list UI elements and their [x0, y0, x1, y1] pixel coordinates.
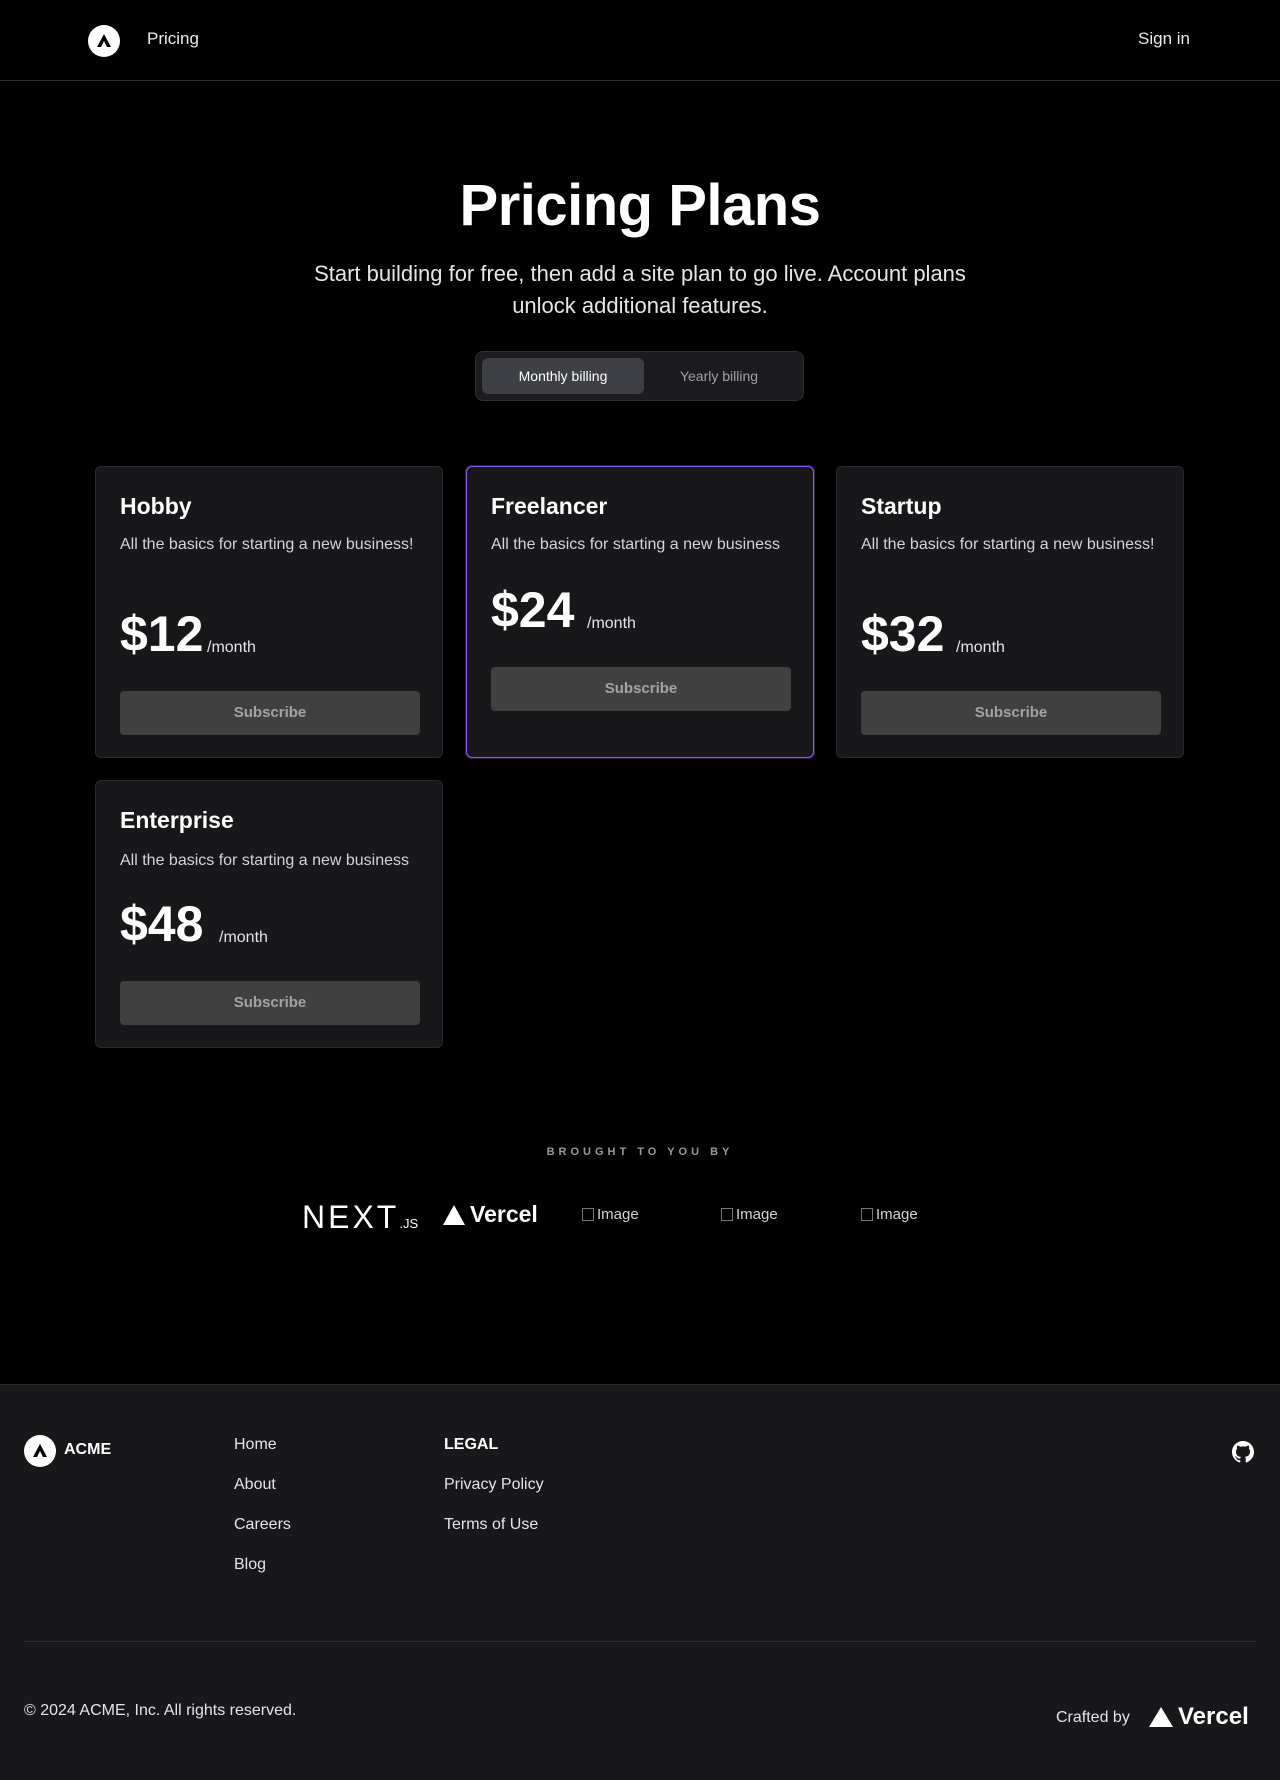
footer-link-careers[interactable]: Careers	[234, 1516, 291, 1534]
image-alt-text: Image	[876, 1206, 918, 1223]
plan-description: All the basics for starting a new busine…	[120, 852, 410, 869]
nextjs-logo-text: NEXT	[302, 1199, 400, 1235]
acme-logo-icon[interactable]	[88, 25, 120, 57]
footer-legal-heading: LEGAL	[444, 1436, 499, 1453]
image-alt-text: Image	[597, 1206, 639, 1223]
subscribe-button[interactable]: Subscribe	[120, 981, 420, 1025]
plan-period: /month	[207, 639, 256, 656]
footer-link-terms[interactable]: Terms of Use	[444, 1516, 538, 1534]
sponsor-image-2[interactable]: Image	[721, 1206, 778, 1223]
vercel-triangle-icon	[1149, 1707, 1173, 1727]
site-footer: ACME Home About Careers Blog LEGAL Priva…	[0, 1384, 1280, 1780]
footer-divider	[24, 1641, 1256, 1642]
image-alt-text: Image	[736, 1206, 778, 1223]
footer-logo-icon[interactable]	[24, 1435, 56, 1467]
page-subtitle: Start building for free, then add a site…	[314, 261, 966, 318]
sponsor-image-3[interactable]: Image	[861, 1206, 918, 1223]
footer-brand: ACME	[64, 1441, 112, 1458]
footer-link-privacy[interactable]: Privacy Policy	[444, 1476, 544, 1494]
vercel-logo-text: Vercel	[1178, 1703, 1249, 1730]
monthly-billing-button[interactable]: Monthly billing	[482, 358, 644, 394]
yearly-billing-button[interactable]: Yearly billing	[638, 358, 800, 394]
broken-image-icon	[582, 1208, 594, 1221]
plan-name: Freelancer	[491, 493, 608, 519]
plan-description: All the basics for starting a new busine…	[120, 536, 414, 553]
broken-image-icon	[861, 1208, 873, 1221]
github-icon[interactable]	[1232, 1441, 1254, 1463]
crafted-by-text: Crafted by	[1056, 1709, 1130, 1726]
copyright-text: © 2024 ACME, Inc. All rights reserved.	[24, 1702, 297, 1719]
plan-name: Enterprise	[120, 807, 234, 833]
plan-price: $24	[491, 582, 575, 638]
subscribe-button[interactable]: Subscribe	[491, 667, 791, 711]
sign-in-link[interactable]: Sign in	[1138, 29, 1190, 49]
footer-link-blog[interactable]: Blog	[234, 1556, 266, 1574]
sponsor-image-1[interactable]: Image	[582, 1206, 639, 1223]
footer-vercel-logo[interactable]: Vercel	[1148, 1703, 1249, 1731]
site-header: Pricing Sign in	[0, 0, 1280, 81]
plan-period: /month	[219, 929, 268, 946]
page-title: Pricing Plans	[459, 173, 821, 238]
plan-period: /month	[587, 615, 636, 632]
broken-image-icon	[721, 1208, 733, 1221]
plan-card-startup: Startup All the basics for starting a ne…	[836, 466, 1184, 758]
plan-price: $48	[120, 896, 204, 952]
vercel-triangle-icon	[443, 1204, 465, 1225]
vercel-logo-text: Vercel	[470, 1201, 538, 1227]
footer-link-about[interactable]: About	[234, 1476, 276, 1494]
billing-toggle: Monthly billing Yearly billing	[475, 351, 804, 401]
vercel-sponsor-logo[interactable]: Vercel	[442, 1201, 538, 1228]
plan-name: Startup	[861, 493, 942, 519]
footer-link-home[interactable]: Home	[234, 1436, 277, 1454]
nextjs-logo[interactable]: NEXT.JS	[302, 1199, 418, 1236]
plan-card-hobby: Hobby All the basics for starting a new …	[95, 466, 443, 758]
plan-period: /month	[956, 639, 1005, 656]
plan-card-freelancer: Freelancer All the basics for starting a…	[466, 466, 814, 758]
subscribe-button[interactable]: Subscribe	[120, 691, 420, 735]
nav-pricing-link[interactable]: Pricing	[147, 29, 199, 49]
nextjs-logo-suffix: .JS	[399, 1216, 419, 1231]
plan-description: All the basics for starting a new busine…	[491, 536, 781, 553]
sponsors-label: BROUGHT TO YOU BY	[546, 1146, 734, 1158]
plan-name: Hobby	[120, 493, 192, 519]
plan-card-enterprise: Enterprise All the basics for starting a…	[95, 780, 443, 1048]
plan-description: All the basics for starting a new busine…	[861, 536, 1155, 553]
subscribe-button[interactable]: Subscribe	[861, 691, 1161, 735]
plan-price: $32	[861, 606, 945, 662]
plan-price: $12	[120, 606, 204, 662]
